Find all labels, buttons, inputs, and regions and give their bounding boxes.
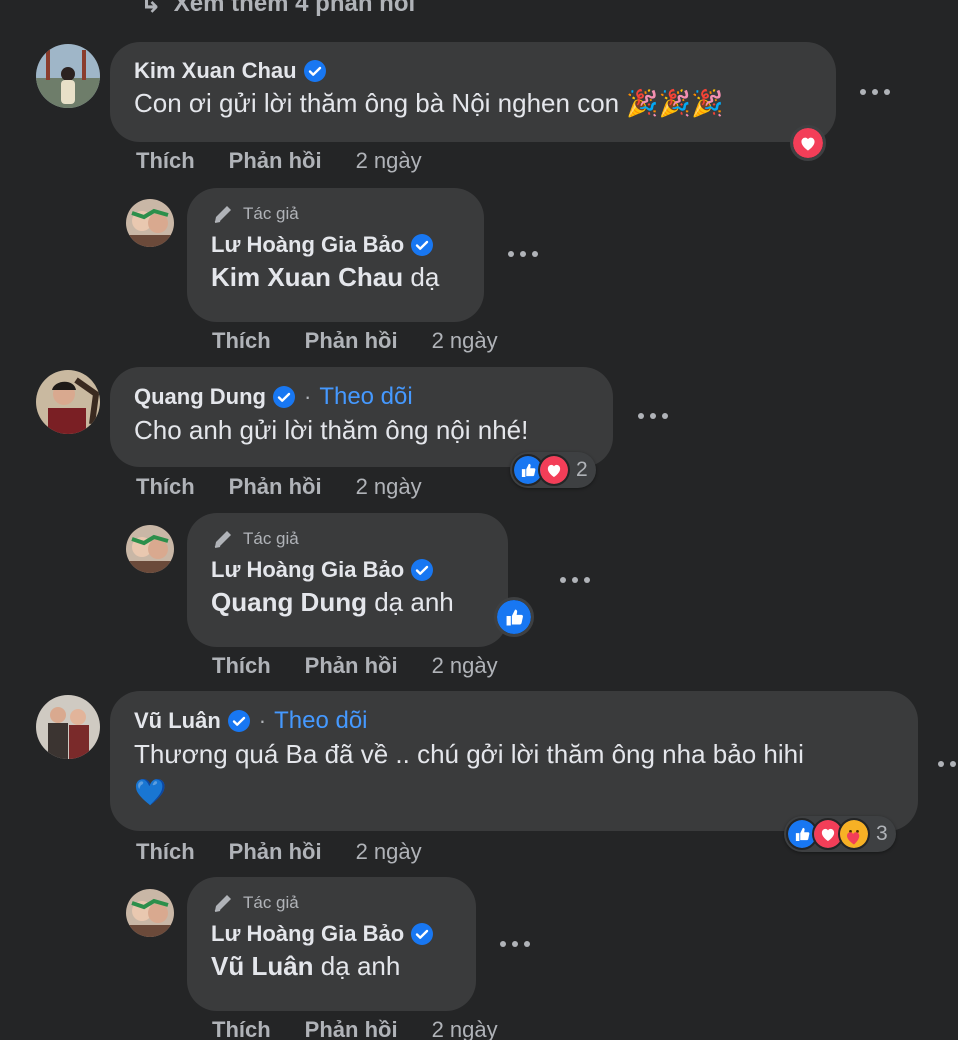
verified-badge-icon: [227, 709, 251, 733]
reply-text: dạ anh: [320, 951, 401, 981]
reply-arrow-icon: ↳: [140, 0, 162, 18]
reply-button[interactable]: Phản hồi: [229, 148, 322, 174]
avatar-quang-dung[interactable]: [36, 370, 100, 434]
comment-text: Con ơi gửi lời thăm ông bà Nội nghen con: [134, 88, 620, 118]
comment-bubble: Kim Xuan Chau Con ơi gửi lời thăm ông bà…: [110, 42, 836, 142]
reply-timestamp[interactable]: 2 ngày: [432, 1017, 498, 1040]
avatar-vu-luan[interactable]: [36, 695, 100, 759]
reply-button[interactable]: Phản hồi: [305, 653, 398, 679]
reply-button[interactable]: Phản hồi: [229, 839, 322, 865]
like-button[interactable]: Thích: [212, 653, 271, 679]
replier-name[interactable]: Lư Hoàng Gia Bảo: [211, 232, 404, 258]
like-button[interactable]: Thích: [136, 148, 195, 174]
see-more-label: Xem thêm 4 phản hồi: [173, 0, 416, 17]
mention-tag[interactable]: Kim Xuan Chau: [211, 262, 403, 292]
reaction-count: 2: [576, 458, 588, 481]
follow-button[interactable]: Theo dõi: [274, 707, 367, 735]
avatar-lu-hoang-gia-bao[interactable]: [126, 199, 174, 247]
heart-icon: [538, 454, 570, 486]
more-options-button[interactable]: [860, 86, 890, 98]
party-popper-emoji: 🎉🎉🎉: [626, 88, 724, 118]
reply-text: dạ anh: [374, 587, 454, 617]
more-options-button[interactable]: [508, 248, 538, 260]
comment-timestamp[interactable]: 2 ngày: [356, 474, 422, 500]
separator-dot: ·: [303, 384, 312, 409]
reaction-summary[interactable]: 2: [510, 452, 596, 488]
commenter-name[interactable]: Quang Dung: [134, 384, 266, 410]
comment-bubble: Vũ Luân · Theo dõi Thương quá Ba đã về .…: [110, 691, 918, 831]
heart-reaction-badge[interactable]: [790, 125, 826, 161]
comment-timestamp[interactable]: 2 ngày: [356, 148, 422, 174]
blue-heart-emoji: 💙: [134, 777, 167, 807]
comment-text: Cho anh gửi lời thăm ông nội nhé!: [134, 415, 529, 445]
pen-icon: [211, 527, 235, 551]
comments-panel: ↳ Xem thêm 4 phản hồi Kim Xuan Chau Con …: [0, 0, 958, 1040]
reply-text: dạ: [410, 262, 440, 292]
author-label: Tác giả: [243, 893, 299, 912]
comment-timestamp[interactable]: 2 ngày: [356, 839, 422, 865]
reply-button[interactable]: Phản hồi: [229, 474, 322, 500]
mention-tag[interactable]: Quang Dung: [211, 587, 367, 617]
author-label: Tác giả: [243, 529, 299, 548]
verified-badge-icon: [410, 233, 434, 257]
avatar-kim-xuan-chau[interactable]: [36, 44, 100, 108]
verified-badge-icon: [272, 385, 296, 409]
pen-icon: [211, 891, 235, 915]
commenter-name[interactable]: Kim Xuan Chau: [134, 58, 297, 84]
more-options-button[interactable]: [938, 758, 958, 770]
reply-bubble: Tác giả Lư Hoàng Gia Bảo Quang Dung dạ a…: [187, 513, 508, 647]
reaction-summary[interactable]: 3: [784, 816, 896, 852]
follow-button[interactable]: Theo dõi: [319, 383, 412, 411]
like-button[interactable]: Thích: [212, 1017, 271, 1040]
verified-badge-icon: [410, 922, 434, 946]
see-more-replies-link[interactable]: ↳ Xem thêm 4 phản hồi: [140, 0, 415, 19]
reply-timestamp[interactable]: 2 ngày: [432, 653, 498, 679]
replier-name[interactable]: Lư Hoàng Gia Bảo: [211, 921, 404, 947]
care-icon: [838, 818, 870, 850]
avatar-lu-hoang-gia-bao[interactable]: [126, 889, 174, 937]
more-options-button[interactable]: [500, 938, 530, 950]
reply-bubble: Tác giả Lư Hoàng Gia Bảo Kim Xuan Chau d…: [187, 188, 484, 322]
avatar-lu-hoang-gia-bao[interactable]: [126, 525, 174, 573]
like-button[interactable]: Thích: [136, 839, 195, 865]
replier-name[interactable]: Lư Hoàng Gia Bảo: [211, 557, 404, 583]
reply-button[interactable]: Phản hồi: [305, 328, 398, 354]
reply-button[interactable]: Phản hồi: [305, 1017, 398, 1040]
like-button[interactable]: Thích: [136, 474, 195, 500]
commenter-name[interactable]: Vũ Luân: [134, 708, 221, 734]
mention-tag[interactable]: Vũ Luân: [211, 951, 314, 981]
more-options-button[interactable]: [638, 410, 668, 422]
like-button[interactable]: Thích: [212, 328, 271, 354]
verified-badge-icon: [303, 59, 327, 83]
more-options-button[interactable]: [560, 574, 590, 586]
separator-dot: ·: [258, 708, 267, 733]
reaction-count: 3: [876, 822, 888, 845]
reply-bubble: Tác giả Lư Hoàng Gia Bảo Vũ Luân dạ anh: [187, 877, 476, 1011]
reply-timestamp[interactable]: 2 ngày: [432, 328, 498, 354]
verified-badge-icon: [410, 558, 434, 582]
comment-text: Thương quá Ba đã về .. chú gởi lời thăm …: [134, 739, 804, 769]
author-label: Tác giả: [243, 204, 299, 223]
pen-icon: [211, 202, 235, 226]
like-reaction-badge[interactable]: [494, 597, 534, 637]
